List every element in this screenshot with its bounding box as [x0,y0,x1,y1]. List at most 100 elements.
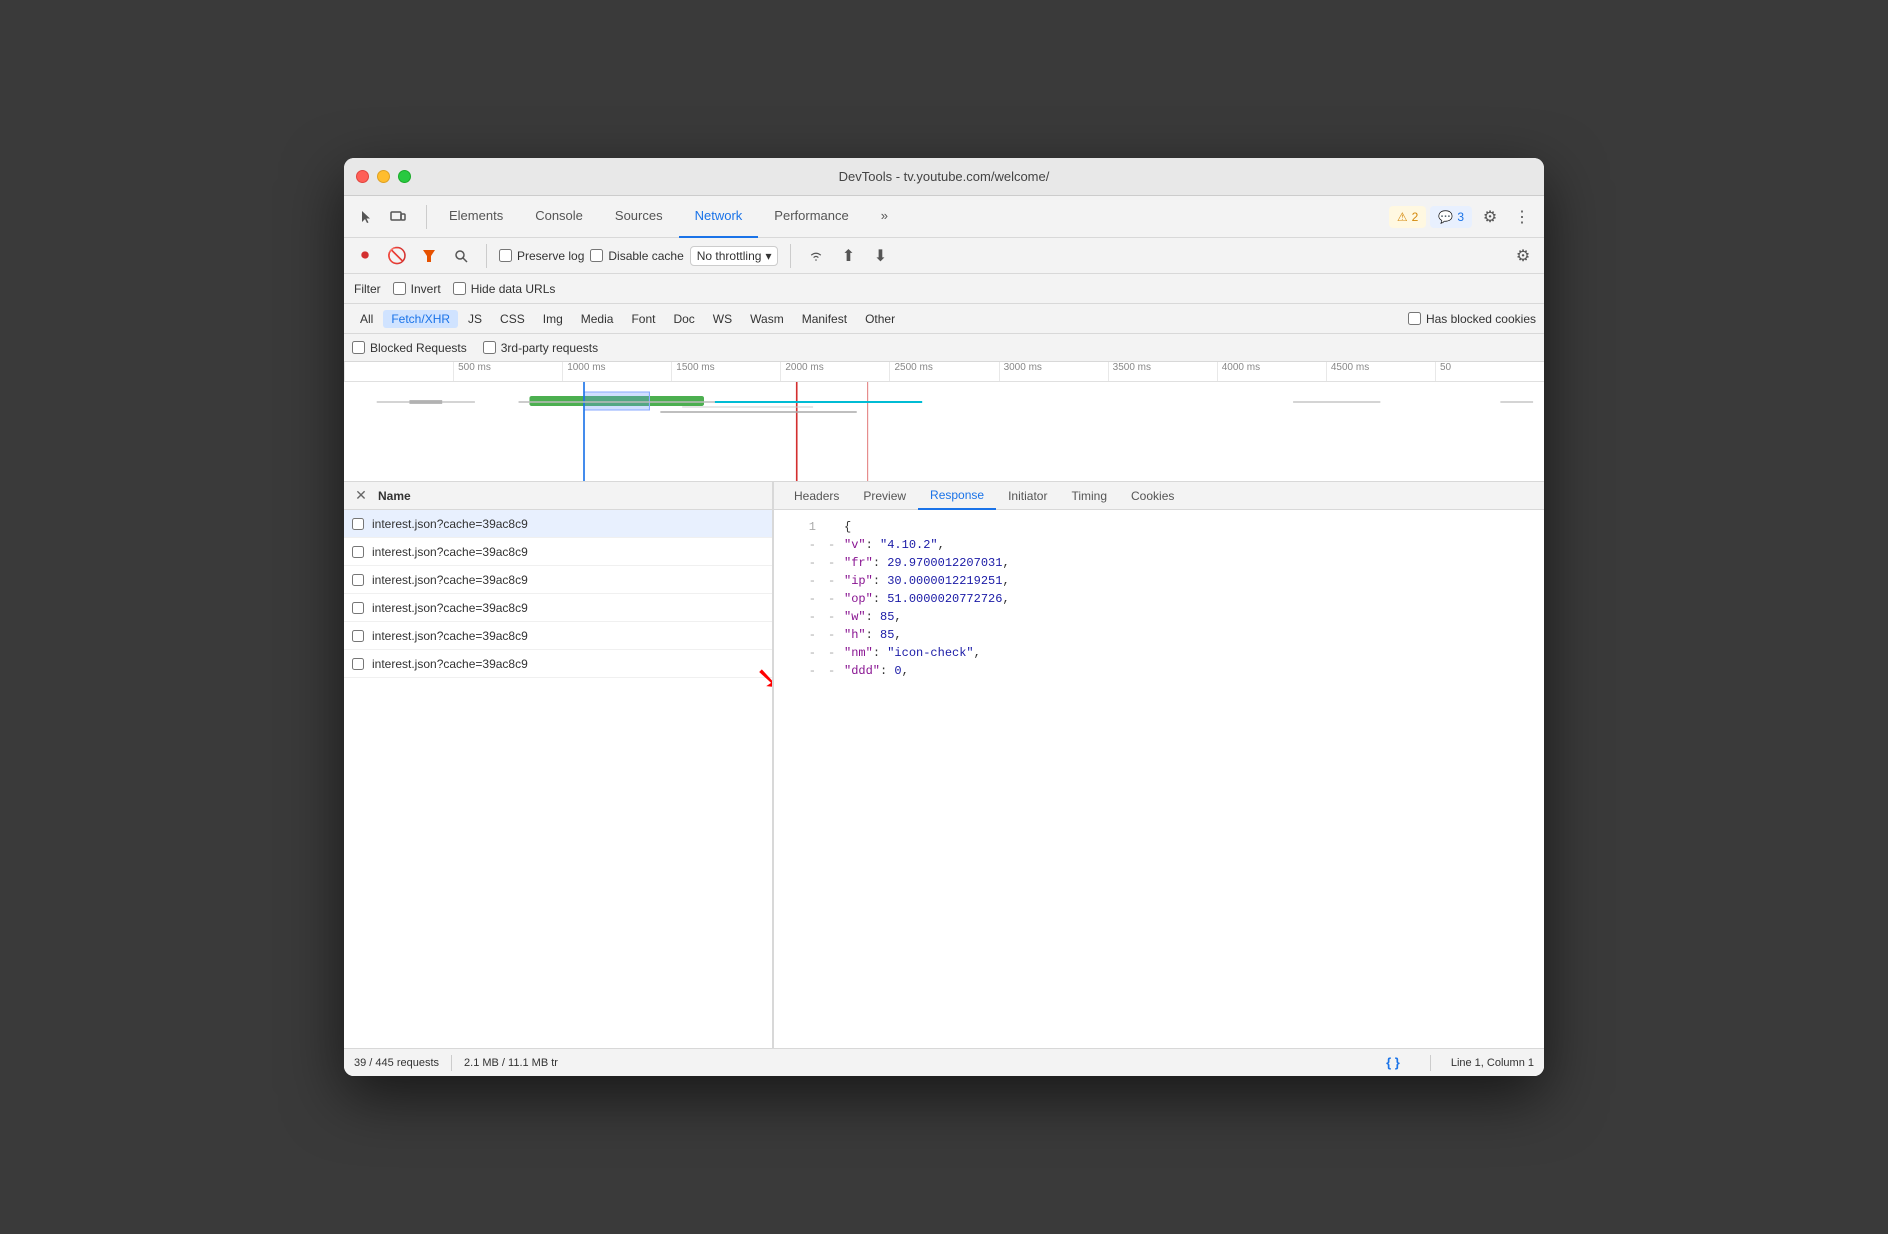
disable-cache-label[interactable]: Disable cache [590,249,683,263]
type-btn-wasm[interactable]: Wasm [742,310,792,328]
list-item[interactable]: interest.json?cache=39ac8c9 ➘ [344,650,772,678]
throttle-select[interactable]: No throttling ▾ [690,246,779,266]
type-btn-doc[interactable]: Doc [665,310,702,328]
item-checkbox-2[interactable] [352,546,364,558]
line-row-8: - - "nm": "icon-check", [786,644,1532,662]
main-area: ✕ Name interest.json?cache=39ac8c9 inter… [344,482,1544,1048]
file-name-2: interest.json?cache=39ac8c9 [372,545,764,559]
resp-tab-timing[interactable]: Timing [1059,482,1119,510]
line-row-4: - - "ip": 30.0000012219251, [786,572,1532,590]
hide-urls-checkbox[interactable] [453,282,466,295]
minimize-button[interactable] [377,170,390,183]
third-party-checkbox[interactable] [483,341,496,354]
tab-network[interactable]: Network [679,196,759,238]
type-btn-media[interactable]: Media [573,310,622,328]
tab-sources[interactable]: Sources [599,196,679,238]
blocked-requests-checkbox[interactable] [352,341,365,354]
line-number: - [786,554,816,572]
type-btn-js[interactable]: JS [460,310,490,328]
item-checkbox-4[interactable] [352,602,364,614]
type-btn-other[interactable]: Other [857,310,903,328]
has-blocked-cookies-checkbox[interactable] [1408,312,1421,325]
has-blocked-cookies-label[interactable]: Has blocked cookies [1408,312,1536,326]
message-badge[interactable]: 💬 3 [1430,206,1472,228]
resp-tab-preview[interactable]: Preview [851,482,918,510]
type-btn-img[interactable]: Img [535,310,571,328]
format-button[interactable]: { } [1386,1055,1400,1070]
timeline-area: 500 ms 1000 ms 1500 ms 2000 ms 2500 ms 3… [344,362,1544,482]
cursor-position: Line 1, Column 1 [1451,1057,1534,1069]
type-btn-fetch[interactable]: Fetch/XHR [383,310,458,328]
item-checkbox-1[interactable] [352,518,364,530]
preserve-log-label[interactable]: Preserve log [499,249,584,263]
disable-cache-checkbox[interactable] [590,249,603,262]
tab-console[interactable]: Console [519,196,599,238]
wifi-icon[interactable] [803,243,829,269]
item-checkbox-5[interactable] [352,630,364,642]
record-button[interactable]: ⏺ [352,243,378,269]
tab-performance[interactable]: Performance [758,196,864,238]
list-item[interactable]: interest.json?cache=39ac8c9 [344,566,772,594]
toolbar-separator1 [486,244,487,268]
type-btn-css[interactable]: CSS [492,310,533,328]
download-icon[interactable]: ⬇ [867,243,893,269]
list-item[interactable]: interest.json?cache=39ac8c9 [344,594,772,622]
cursor-icon[interactable] [352,203,380,231]
settings-icon[interactable]: ⚙ [1476,203,1504,231]
column-name-header: Name [378,489,764,503]
line-number: - [786,662,816,680]
maximize-button[interactable] [398,170,411,183]
list-item[interactable]: interest.json?cache=39ac8c9 [344,622,772,650]
tab-bar-icons [352,203,412,231]
tick-6: 3000 ms [999,362,1108,381]
line-row-3: - - "fr": 29.9700012207031, [786,554,1532,572]
line-number: - [786,536,816,554]
status-right: { } Line 1, Column 1 [1386,1055,1534,1071]
resp-tab-response[interactable]: Response [918,482,996,510]
tick-2: 1000 ms [562,362,671,381]
file-list-container: ✕ Name interest.json?cache=39ac8c9 inter… [344,482,774,1048]
upload-icon[interactable]: ⬆ [835,243,861,269]
line-row-1: 1 { [786,518,1532,536]
invert-label[interactable]: Invert [393,282,441,296]
list-item[interactable]: interest.json?cache=39ac8c9 [344,538,772,566]
resp-tab-headers[interactable]: Headers [782,482,851,510]
device-mode-icon[interactable] [384,203,412,231]
line-row-2: - - "v": "4.10.2", [786,536,1532,554]
line-dash: - [828,662,844,680]
resp-tab-initiator[interactable]: Initiator [996,482,1059,510]
transfer-size: 2.1 MB / 11.1 MB tr [464,1057,558,1069]
more-options-icon[interactable]: ⋮ [1508,203,1536,231]
line-dash: - [828,590,844,608]
settings-icon-toolbar[interactable]: ⚙ [1510,243,1536,269]
tick-5: 2500 ms [889,362,998,381]
tab-more[interactable]: » [865,196,904,238]
preserve-log-checkbox[interactable] [499,249,512,262]
line-content: { [844,518,1532,536]
invert-checkbox[interactable] [393,282,406,295]
filter-icon[interactable] [416,243,442,269]
timeline-ruler: 500 ms 1000 ms 1500 ms 2000 ms 2500 ms 3… [344,362,1544,382]
line-row-6: - - "w": 85, [786,608,1532,626]
clear-button[interactable]: 🚫 [384,243,410,269]
list-item[interactable]: interest.json?cache=39ac8c9 [344,510,772,538]
hide-urls-label[interactable]: Hide data URLs [453,282,556,296]
tick-9: 4500 ms [1326,362,1435,381]
type-btn-ws[interactable]: WS [705,310,740,328]
type-btn-manifest[interactable]: Manifest [794,310,855,328]
line-dash: - [828,554,844,572]
warning-badge[interactable]: ⚠ 2 [1389,206,1426,228]
resp-tab-cookies[interactable]: Cookies [1119,482,1186,510]
line-content: "fr": 29.9700012207031, [844,554,1532,572]
line-content: "op": 51.0000020772726, [844,590,1532,608]
tab-elements[interactable]: Elements [433,196,519,238]
close-button[interactable] [356,170,369,183]
third-party-label[interactable]: 3rd-party requests [483,341,598,355]
blocked-requests-label[interactable]: Blocked Requests [352,341,467,355]
item-checkbox-6[interactable] [352,658,364,670]
close-panel-button[interactable]: ✕ [352,487,370,505]
type-btn-font[interactable]: Font [623,310,663,328]
item-checkbox-3[interactable] [352,574,364,586]
type-btn-all[interactable]: All [352,310,381,328]
search-icon[interactable] [448,243,474,269]
